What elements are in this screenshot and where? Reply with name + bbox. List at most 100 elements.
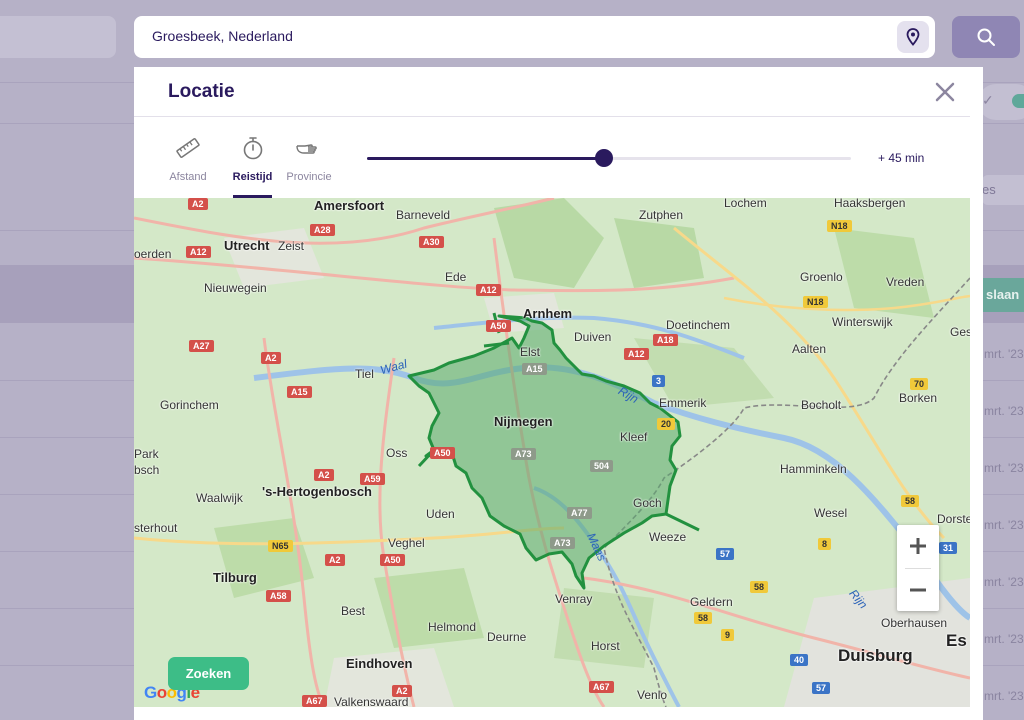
road-shield: A2	[392, 685, 412, 697]
map-city-label: Tilburg	[213, 570, 257, 585]
road-shield: A50	[430, 447, 455, 459]
road-shield: A73	[550, 537, 575, 549]
close-icon	[935, 82, 955, 102]
map-city-label: Duiven	[574, 330, 612, 344]
road-shield: 8	[818, 538, 832, 550]
map-city-label: Utrecht	[224, 238, 270, 253]
location-modal: Locatie Afstand Reistijd Provincie + 45 …	[134, 67, 983, 720]
road-shield: 58	[750, 581, 769, 593]
travel-time-slider[interactable]	[367, 149, 851, 167]
background-toggle-knob	[1012, 94, 1024, 108]
map-city-label: Doetinchem	[666, 318, 731, 332]
map-city-label: Gorinchem	[160, 398, 219, 412]
road-shield: 9	[721, 629, 735, 641]
search-icon	[977, 28, 995, 46]
map-city-label: Winterswijk	[832, 315, 893, 329]
road-shield: A2	[325, 554, 345, 566]
close-button[interactable]	[933, 80, 957, 104]
road-shield: 70	[910, 378, 929, 390]
map-city-label: Bocholt	[801, 398, 842, 412]
map-city-label: Zeist	[278, 239, 305, 253]
map-city-label: oerden	[134, 247, 172, 261]
road-shield: 58	[901, 495, 920, 507]
road-shield: 20	[657, 418, 676, 430]
slider-fill	[367, 157, 605, 160]
road-shield: 57	[812, 682, 831, 694]
tab-afstand[interactable]: Afstand	[167, 133, 209, 197]
stopwatch-icon	[241, 133, 265, 163]
background-date: mrt. '23	[984, 347, 1024, 361]
road-shield: A73	[511, 448, 536, 460]
modal-title: Locatie	[168, 81, 235, 102]
map-city-label: Ede	[445, 270, 467, 284]
location-search-bar	[134, 16, 935, 58]
map-city-label: Helmond	[428, 620, 477, 634]
ruler-icon	[175, 133, 201, 163]
map-city-label: Eindhoven	[346, 656, 413, 671]
road-shield: A28	[310, 224, 335, 236]
minus-icon	[910, 588, 926, 592]
background-date: mrt. '23	[984, 518, 1024, 532]
background-check-icon: ✓	[982, 92, 994, 108]
travel-time-value: + 45 min	[878, 151, 925, 165]
current-location-button[interactable]	[897, 21, 929, 53]
map-city-label: Veghel	[388, 536, 425, 550]
map[interactable]: Amersfoort Barneveld Zutphen Lochem Haak…	[134, 198, 970, 707]
map-city-label: Venray	[555, 592, 593, 606]
map-city-label: Waalwijk	[196, 491, 243, 505]
search-button[interactable]	[952, 16, 1020, 58]
zoom-in-button[interactable]	[897, 525, 939, 567]
map-city-label: Tiel	[355, 367, 374, 381]
road-shield: A50	[486, 320, 511, 332]
map-city-label: Zutphen	[639, 208, 684, 222]
map-city-label: Amersfoort	[314, 198, 385, 213]
tab-reistijd-label: Reistijd	[232, 171, 273, 183]
map-city-label: Park	[134, 447, 159, 461]
slider-thumb[interactable]	[595, 149, 614, 167]
map-city-label: Arnhem	[523, 306, 573, 321]
road-shield: A50	[380, 554, 405, 566]
background-search-field	[0, 16, 116, 58]
tab-provincie[interactable]: Provincie	[284, 133, 334, 197]
road-shield: A67	[302, 695, 327, 707]
map-city-label: Dorste	[937, 512, 970, 526]
map-city-label: Geldern	[690, 595, 733, 609]
map-city-label: Nijmegen	[494, 414, 553, 429]
road-shield: A12	[624, 348, 649, 360]
road-shield: 31	[939, 542, 958, 554]
background-save-label: slaan	[986, 287, 1020, 302]
tab-reistijd[interactable]: Reistijd	[233, 133, 272, 197]
road-shield: 504	[590, 460, 614, 472]
road-shield: A12	[476, 284, 501, 296]
map-city-label: Haaksbergen	[834, 198, 906, 210]
road-shield: A2	[314, 469, 334, 481]
map-city-label: Elst	[520, 345, 541, 359]
background-date: mrt. '23	[984, 575, 1024, 589]
map-city-label: Deurne	[487, 630, 527, 644]
map-city-label: Weeze	[649, 530, 687, 544]
pointing-hand-icon	[295, 133, 323, 163]
modal-divider	[134, 116, 970, 117]
background-date: mrt. '23	[984, 689, 1024, 703]
map-city-label: Aalten	[792, 342, 827, 356]
road-shield: 40	[790, 654, 809, 666]
tab-afstand-label: Afstand	[169, 171, 207, 183]
map-city-label: Hamminkeln	[780, 462, 847, 476]
zoom-out-button[interactable]	[897, 569, 939, 611]
map-city-label: Vreden	[886, 275, 925, 289]
location-input[interactable]	[152, 28, 852, 44]
map-city-label: Nieuwegein	[204, 281, 267, 295]
road-shield: 57	[716, 548, 735, 560]
zoeken-button[interactable]: Zoeken	[168, 657, 249, 690]
map-city-label: bsch	[134, 463, 160, 477]
tab-provincie-label: Provincie	[286, 171, 332, 183]
map-city-label: Oberhausen	[881, 616, 948, 630]
road-shield: A59	[360, 473, 385, 485]
map-terrain	[134, 198, 970, 707]
road-shield: A2	[188, 198, 208, 210]
road-shield: A77	[567, 507, 592, 519]
map-city-label: Goch	[633, 496, 662, 510]
background-tag-label: es	[982, 182, 996, 197]
map-city-label: sterhout	[134, 521, 178, 535]
road-shield: A58	[266, 590, 291, 602]
